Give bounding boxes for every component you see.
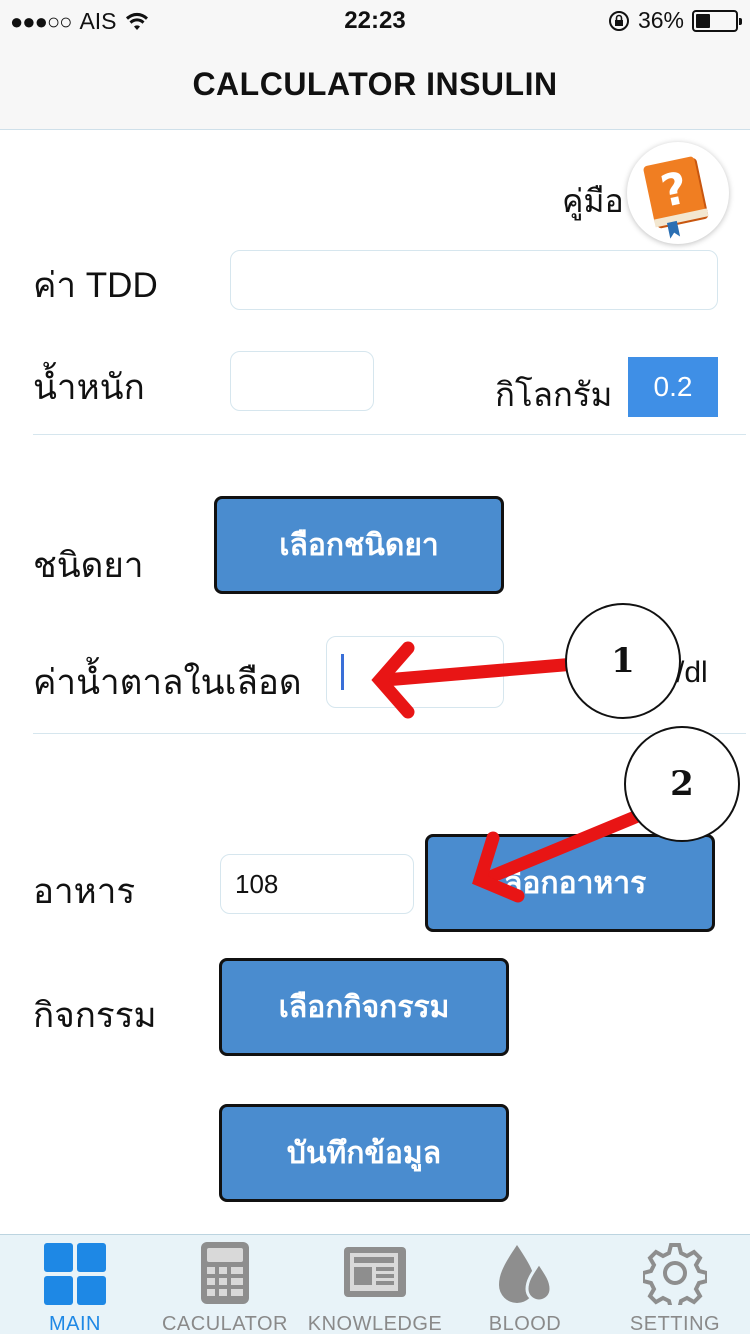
- grid-icon: [44, 1243, 106, 1305]
- annotation-circle-1: 1: [565, 603, 681, 719]
- annotation-circle-2: 2: [624, 726, 740, 842]
- tab-calculator[interactable]: CACULATOR: [150, 1241, 300, 1334]
- tab-main[interactable]: MAIN: [0, 1241, 150, 1334]
- calculator-icon: [201, 1242, 249, 1304]
- newspaper-icon: [344, 1247, 406, 1297]
- annotation-arrow-2: [476, 808, 647, 887]
- tab-setting-label: SETTING: [629, 1313, 721, 1334]
- tab-main-label: MAIN: [49, 1313, 101, 1334]
- blood-drops-icon: [499, 1245, 553, 1303]
- tab-blood[interactable]: BLOOD: [450, 1241, 600, 1334]
- tab-knowledge[interactable]: KNOWLEDGE: [300, 1241, 450, 1334]
- annotation-arrow-1: [378, 657, 582, 687]
- tab-setting[interactable]: SETTING: [600, 1241, 750, 1334]
- tab-knowledge-label: KNOWLEDGE: [307, 1313, 443, 1334]
- tab-calculator-label: CACULATOR: [161, 1313, 288, 1334]
- gear-icon: [643, 1243, 707, 1305]
- tab-bar: MAIN CACULATOR KNOWLEDGE BLOOD SETTING: [0, 1234, 750, 1334]
- tab-blood-label: BLOOD: [488, 1313, 562, 1334]
